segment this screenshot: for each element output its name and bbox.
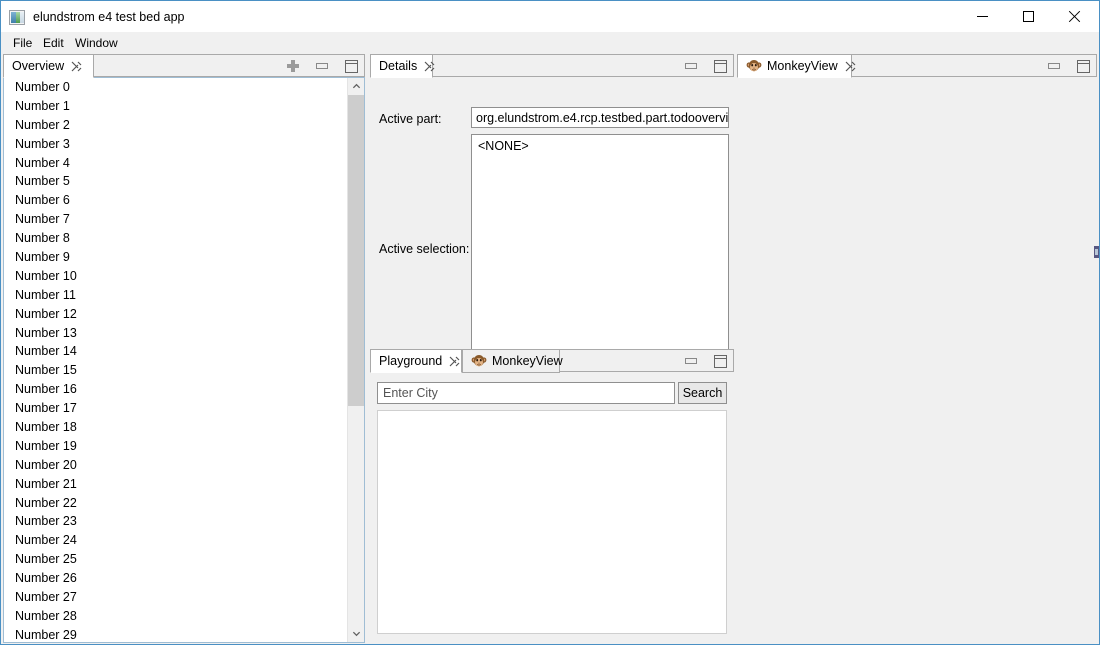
window-minimize-button[interactable] xyxy=(959,1,1005,31)
menu-item-file[interactable]: File xyxy=(9,35,36,51)
list-item[interactable]: Number 5 xyxy=(4,172,347,191)
list-item[interactable]: Number 1 xyxy=(4,97,347,116)
details-tab-bar: Details xyxy=(370,54,734,79)
minimize-view-icon[interactable] xyxy=(683,58,699,74)
active-part-input[interactable] xyxy=(471,107,729,128)
list-item[interactable]: Number 8 xyxy=(4,229,347,248)
monkey-icon xyxy=(471,355,487,367)
details-view-tools xyxy=(683,54,728,77)
overview-tab-bar: Overview xyxy=(3,54,365,79)
plus-icon[interactable] xyxy=(285,58,301,74)
list-item[interactable]: Number 13 xyxy=(4,324,347,343)
window-close-button[interactable] xyxy=(1051,1,1097,31)
playground-body: Search xyxy=(370,372,734,643)
active-selection-box[interactable]: <NONE> xyxy=(471,134,729,354)
maximize-view-icon[interactable] xyxy=(1075,58,1091,74)
tab-monkeyview-label: MonkeyView xyxy=(767,59,838,73)
overview-view-tools xyxy=(285,54,359,77)
chevron-up-icon[interactable] xyxy=(348,78,364,95)
list-item[interactable]: Number 24 xyxy=(4,531,347,550)
close-tab-icon[interactable] xyxy=(845,61,856,72)
list-item[interactable]: Number 19 xyxy=(4,437,347,456)
list-item[interactable]: Number 14 xyxy=(4,342,347,361)
title-bar: elundstrom e4 test bed app xyxy=(1,1,1099,33)
list-item[interactable]: Number 18 xyxy=(4,418,347,437)
list-item[interactable]: Number 4 xyxy=(4,154,347,173)
active-selection-label: Active selection: xyxy=(379,242,470,256)
menu-bar: File Edit Window xyxy=(1,32,1099,53)
tab-playground[interactable]: Playground xyxy=(370,349,462,373)
overview-part: Overview Number 0 Number 1 Number 2 Number … xyxy=(3,54,365,643)
playground-tab-bar: Playground MonkeyView xyxy=(370,349,734,374)
scrollbar-thumb[interactable] xyxy=(348,95,364,406)
tab-overview[interactable]: Overview xyxy=(3,54,94,78)
maximize-view-icon[interactable] xyxy=(712,58,728,74)
minimize-view-icon[interactable] xyxy=(1046,58,1062,74)
maximize-view-icon[interactable] xyxy=(343,58,359,74)
list-item[interactable]: Number 21 xyxy=(4,475,347,494)
close-tab-icon[interactable] xyxy=(449,356,460,367)
close-tab-icon[interactable] xyxy=(424,61,435,72)
menu-item-window[interactable]: Window xyxy=(71,35,122,51)
list-item[interactable]: Number 11 xyxy=(4,286,347,305)
edge-artifact-highlight xyxy=(1095,249,1098,255)
list-item[interactable]: Number 26 xyxy=(4,569,347,588)
list-item[interactable]: Number 7 xyxy=(4,210,347,229)
list-item[interactable]: Number 16 xyxy=(4,380,347,399)
list-item[interactable]: Number 28 xyxy=(4,607,347,626)
city-input[interactable] xyxy=(377,382,675,404)
list-item[interactable]: Number 27 xyxy=(4,588,347,607)
list-item[interactable]: Number 3 xyxy=(4,135,347,154)
list-item[interactable]: Number 29 xyxy=(4,626,347,642)
window-maximize-button[interactable] xyxy=(1005,1,1051,31)
minimize-icon xyxy=(959,1,1005,31)
list-item[interactable]: Number 0 xyxy=(4,78,347,97)
list-item[interactable]: Number 2 xyxy=(4,116,347,135)
list-item[interactable]: Number 10 xyxy=(4,267,347,286)
active-selection-value: <NONE> xyxy=(478,139,529,153)
list-item[interactable]: Number 23 xyxy=(4,512,347,531)
overview-body: Number 0 Number 1 Number 2 Number 3 Number 4… xyxy=(3,77,365,643)
window-title: elundstrom e4 test bed app xyxy=(33,10,185,24)
application-window: elundstrom e4 test bed app File Edit Win… xyxy=(0,0,1100,645)
list-item[interactable]: Number 20 xyxy=(4,456,347,475)
active-part-label: Active part: xyxy=(379,112,442,126)
tab-monkeyview-playground-label: MonkeyView xyxy=(492,354,563,368)
maximize-view-icon[interactable] xyxy=(712,353,728,369)
minimize-view-icon[interactable] xyxy=(683,353,699,369)
details-part: Details Active part: Active selection: <… xyxy=(370,54,734,354)
tab-playground-label: Playground xyxy=(379,354,443,368)
monkey-icon xyxy=(746,60,762,72)
search-button[interactable]: Search xyxy=(678,382,727,404)
monkeyview-part: MonkeyView xyxy=(737,54,1097,643)
monkeyview-tab-bar: MonkeyView xyxy=(737,54,1097,79)
tab-overview-label: Overview xyxy=(12,59,65,73)
list-item[interactable]: Number 22 xyxy=(4,494,347,513)
monkeyview-view-tools xyxy=(1046,54,1091,77)
tab-monkeyview-playground[interactable]: MonkeyView xyxy=(462,349,563,373)
tab-monkeyview[interactable]: MonkeyView xyxy=(737,54,856,78)
tab-details[interactable]: Details xyxy=(370,54,435,78)
list-item[interactable]: Number 9 xyxy=(4,248,347,267)
list-item[interactable]: Number 17 xyxy=(4,399,347,418)
overview-scrollbar[interactable] xyxy=(347,78,364,642)
list-item[interactable]: Number 12 xyxy=(4,305,347,324)
overview-list[interactable]: Number 0 Number 1 Number 2 Number 3 Number 4… xyxy=(4,78,347,642)
close-icon xyxy=(1051,1,1097,31)
list-item[interactable]: Number 15 xyxy=(4,361,347,380)
list-item[interactable]: Number 6 xyxy=(4,191,347,210)
details-body: Active part: Active selection: <NONE> xyxy=(370,77,734,354)
application-icon xyxy=(9,10,25,25)
menu-item-edit[interactable]: Edit xyxy=(39,35,68,51)
minimize-view-icon[interactable] xyxy=(314,58,330,74)
monkeyview-body xyxy=(737,77,1097,643)
maximize-icon xyxy=(1005,1,1051,31)
list-item[interactable]: Number 25 xyxy=(4,550,347,569)
playground-results-area xyxy=(377,410,727,634)
playground-part: Playground MonkeyView Enter City Search xyxy=(370,349,734,643)
tab-details-label: Details xyxy=(379,59,418,73)
close-tab-icon[interactable] xyxy=(71,61,82,72)
chevron-down-icon[interactable] xyxy=(348,625,364,642)
playground-view-tools xyxy=(683,349,728,372)
